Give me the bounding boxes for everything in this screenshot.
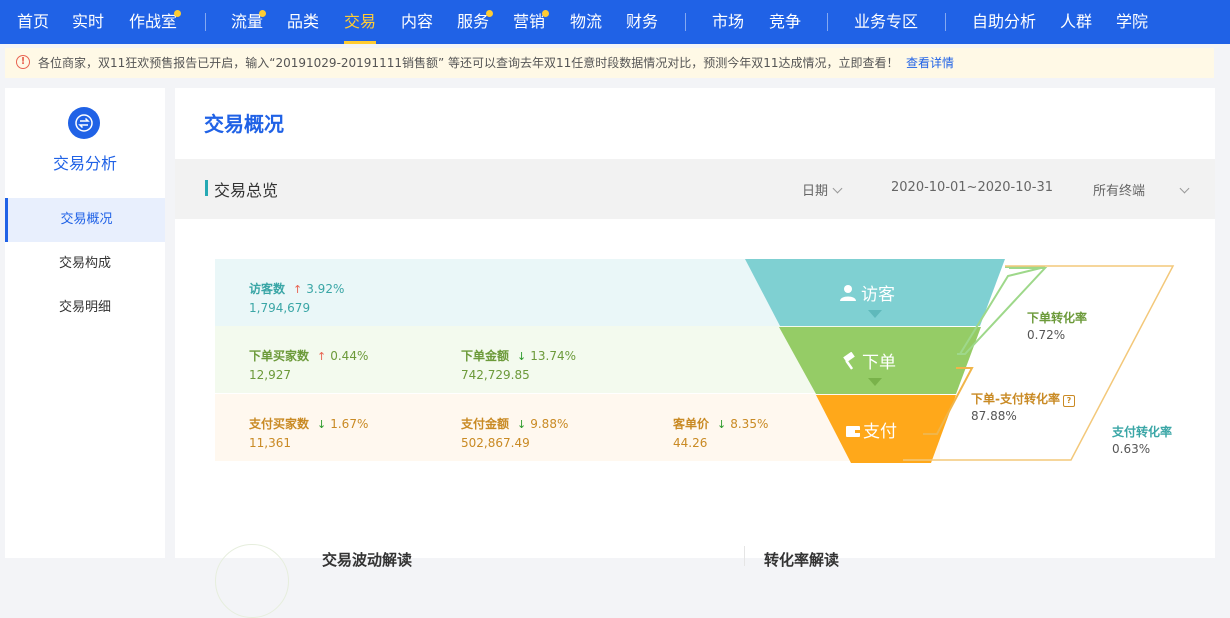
conversion-rate-heading: 转化率解读 bbox=[764, 551, 840, 569]
nav-business-zone[interactable]: 业务专区 bbox=[854, 0, 918, 44]
nav-notification-dot bbox=[174, 10, 181, 17]
nav-logistics[interactable]: 物流 bbox=[570, 0, 602, 44]
exchange-icon bbox=[68, 107, 100, 139]
gauge-circle bbox=[215, 544, 289, 618]
nav-competition[interactable]: 竞争 bbox=[769, 0, 801, 44]
nav-market[interactable]: 市场 bbox=[712, 0, 744, 44]
nav-traffic[interactable]: 流量 bbox=[231, 0, 263, 44]
nav-home[interactable]: 首页 bbox=[17, 0, 49, 44]
rate-label: 下单-支付转化率 bbox=[971, 392, 1060, 406]
nav-notification-dot bbox=[486, 10, 493, 17]
rate-order: 下单转化率 0.72% bbox=[1027, 309, 1087, 342]
nav-separator bbox=[827, 13, 828, 31]
nav-marketing[interactable]: 营销 bbox=[513, 0, 545, 44]
sidebar-item-overview[interactable]: 交易概况 bbox=[5, 198, 165, 242]
hammer-icon bbox=[840, 351, 858, 370]
nav-service[interactable]: 服务 bbox=[457, 0, 489, 44]
help-icon[interactable]: ? bbox=[1062, 395, 1075, 407]
funnel-stage-label: 支付 bbox=[863, 422, 897, 442]
nav-trade[interactable]: 交易 bbox=[344, 0, 377, 44]
rate-order-pay: 下单-支付转化率? 87.88% bbox=[971, 390, 1075, 423]
nav-separator bbox=[685, 13, 686, 31]
nav-finance[interactable]: 财务 bbox=[626, 0, 658, 44]
nav-war-room[interactable]: 作战室 bbox=[129, 0, 177, 44]
nav-realtime[interactable]: 实时 bbox=[72, 0, 104, 44]
nav-academy[interactable]: 学院 bbox=[1116, 0, 1148, 44]
nav-self-analysis[interactable]: 自助分析 bbox=[972, 0, 1036, 44]
divider bbox=[744, 546, 745, 566]
rate-value: 0.72% bbox=[1027, 328, 1066, 342]
rate-value: 0.63% bbox=[1112, 442, 1151, 456]
funnel-stage-label: 下单 bbox=[862, 353, 896, 373]
warning-icon: ! bbox=[16, 55, 30, 69]
notice-banner: ! 各位商家，双11狂欢预售报告已开启，输入“20191029-20191111… bbox=[5, 48, 1214, 78]
rate-pay: 支付转化率 0.63% bbox=[1112, 423, 1172, 456]
funnel-label-pay: 支付 bbox=[845, 417, 897, 442]
user-icon bbox=[839, 284, 857, 302]
nav-category[interactable]: 品类 bbox=[287, 0, 319, 44]
sidebar: 交易分析 交易概况 交易构成 交易明细 bbox=[5, 88, 165, 558]
nav-notification-dot bbox=[542, 10, 549, 17]
nav-separator bbox=[945, 13, 946, 31]
funnel-label-order: 下单 bbox=[840, 348, 896, 373]
notice-detail-link[interactable]: 查看详情 bbox=[906, 48, 954, 78]
rate-value: 87.88% bbox=[971, 409, 1017, 423]
nav-content[interactable]: 内容 bbox=[401, 0, 433, 44]
sidebar-item-details[interactable]: 交易明细 bbox=[5, 286, 165, 330]
main-panel: 交易概况 交易总览 日期 2020-10-01~2020-10-31 所有终端 … bbox=[175, 88, 1215, 618]
nav-notification-dot bbox=[259, 10, 266, 17]
notice-text: 各位商家，双11狂欢预售报告已开启，输入“20191029-20191111销售… bbox=[38, 56, 899, 70]
nav-separator bbox=[205, 13, 206, 31]
rate-label: 支付转化率 bbox=[1112, 425, 1173, 439]
top-navigation: 首页 实时 作战室 流量 品类 交易 内容 服务 营销 物流 财务 市场 竞争 … bbox=[0, 0, 1230, 44]
trade-fluctuation-heading: 交易波动解读 bbox=[322, 551, 413, 569]
nav-crowd[interactable]: 人群 bbox=[1060, 0, 1092, 44]
rate-label: 下单转化率 bbox=[1027, 311, 1088, 325]
sidebar-item-composition[interactable]: 交易构成 bbox=[5, 242, 165, 286]
funnel-stage-label: 访客 bbox=[861, 285, 895, 305]
funnel-label-visitor: 访客 bbox=[839, 280, 895, 305]
sidebar-title: 交易分析 bbox=[52, 154, 117, 173]
wallet-icon bbox=[845, 423, 861, 439]
